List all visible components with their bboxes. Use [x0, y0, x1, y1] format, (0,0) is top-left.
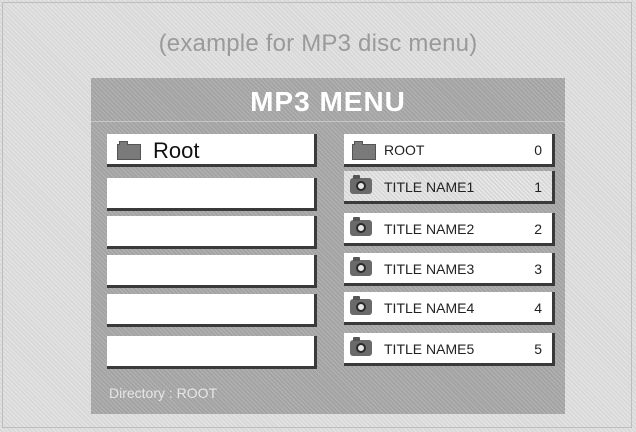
camera-icon	[350, 217, 372, 236]
file-item-number: 4	[534, 300, 542, 316]
file-item-number: 2	[534, 221, 542, 237]
mp3-menu-panel: MP3 MENU Root ROOT 0 TITLE NAME1 1 TITLE…	[91, 78, 565, 414]
left-item-empty-5[interactable]	[107, 336, 317, 369]
folder-icon	[352, 141, 376, 160]
left-item-empty-1[interactable]	[107, 178, 317, 211]
file-item-label: TITLE NAME3	[384, 261, 475, 277]
file-item-label: TITLE NAME5	[384, 341, 475, 357]
camera-icon	[350, 337, 372, 356]
file-item-root[interactable]: ROOT 0	[344, 134, 555, 167]
file-item-number: 1	[534, 179, 542, 195]
file-item-title-name4[interactable]: TITLE NAME4 4	[344, 292, 555, 325]
file-item-title-name5[interactable]: TITLE NAME5 5	[344, 333, 555, 366]
left-item-empty-2[interactable]	[107, 216, 317, 249]
menu-title: MP3 MENU	[250, 86, 406, 117]
camera-icon	[350, 257, 372, 276]
left-item-empty-4[interactable]	[107, 294, 317, 327]
file-item-number: 3	[534, 261, 542, 277]
camera-icon	[350, 175, 372, 194]
folder-icon	[117, 141, 141, 160]
directory-status: Directory : ROOT	[109, 385, 218, 401]
file-item-title-name3[interactable]: TITLE NAME3 3	[344, 253, 555, 286]
left-item-root[interactable]: Root	[107, 134, 317, 167]
root-label: Root	[153, 138, 200, 163]
file-item-label: ROOT	[384, 142, 425, 158]
file-item-number: 5	[534, 341, 542, 357]
file-item-title-name1[interactable]: TITLE NAME1 1	[344, 171, 555, 204]
camera-icon	[350, 296, 372, 315]
left-item-empty-3[interactable]	[107, 255, 317, 288]
page-caption: (example for MP3 disc menu)	[158, 30, 478, 57]
file-item-number: 0	[534, 142, 542, 158]
file-item-title-name2[interactable]: TITLE NAME2 2	[344, 213, 555, 246]
file-item-label: TITLE NAME2	[384, 221, 475, 237]
file-item-label: TITLE NAME1	[384, 179, 475, 195]
file-item-label: TITLE NAME4	[384, 300, 475, 316]
